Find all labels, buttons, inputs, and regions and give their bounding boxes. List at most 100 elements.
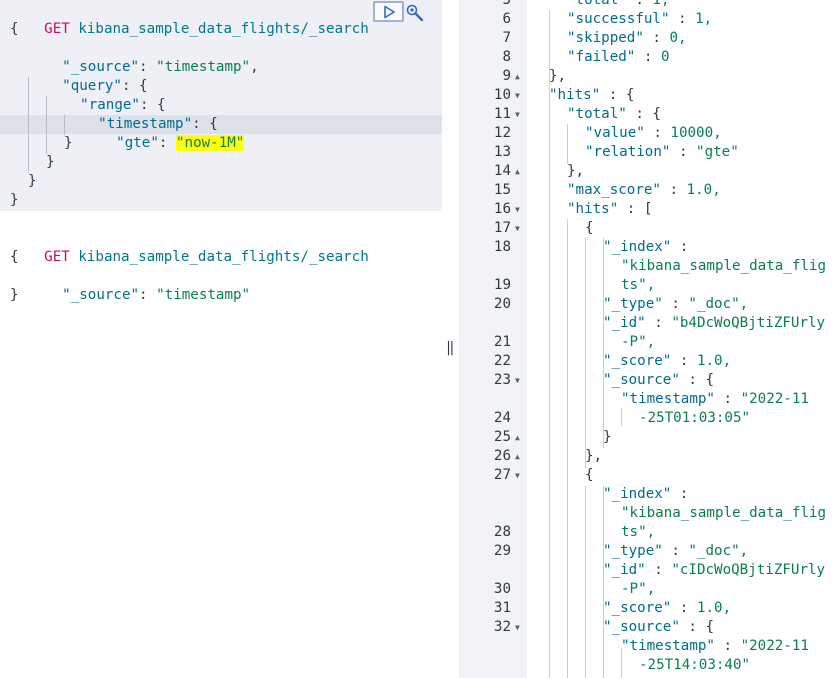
json-key: "_index" <box>603 239 672 255</box>
fold-collapse-icon[interactable]: ▲ <box>515 428 520 447</box>
line-number: 21 <box>493 334 511 350</box>
line-number: 7 <box>502 30 511 46</box>
response-code-line: "hits" : { <box>549 87 635 103</box>
fold-expand-icon[interactable]: ▼ <box>515 466 520 485</box>
json-value: "2022-11 <box>740 391 809 407</box>
response-code-line: "kibana_sample_data_flig <box>621 505 826 521</box>
json-value: 0, <box>669 30 687 46</box>
json-value: 1.0, <box>686 182 721 198</box>
response-code-line: ts", <box>621 524 656 540</box>
line-number <box>459 561 511 580</box>
response-code-line: "_index" : <box>603 486 689 502</box>
response-code-line: "_type" : "_doc", <box>603 296 749 312</box>
request-editor[interactable]: GET kibana_sample_data_flights/_search {… <box>0 0 442 678</box>
request-1-line[interactable]: GET kibana_sample_data_flights/_search <box>10 1 369 37</box>
json-key: "max_score" <box>567 182 661 198</box>
json-key: "successful" <box>567 11 670 27</box>
response-code-line: -P", <box>621 581 656 597</box>
line-number <box>459 485 511 504</box>
gte-line: "gte": "now-1M" <box>116 135 245 151</box>
line-number: 15 <box>493 182 511 198</box>
line-number: 9 <box>502 68 511 84</box>
response-code-line: "kibana_sample_data_flig <box>621 258 826 274</box>
fold-expand-icon[interactable]: ▼ <box>515 618 520 637</box>
json-key: "_index" <box>603 486 672 502</box>
line-number: 5 <box>502 0 511 8</box>
request-url: kibana_sample_data_flights/_search <box>78 21 369 37</box>
line-number: 6 <box>502 11 511 27</box>
line-number: 13 <box>493 144 511 160</box>
json-value: 10000, <box>670 125 722 141</box>
indent-guide <box>621 648 622 678</box>
indent-guide <box>549 10 550 85</box>
play-icon <box>383 5 395 18</box>
fold-collapse-icon[interactable]: ▲ <box>515 67 520 86</box>
line-number: 30 <box>493 581 511 597</box>
json-value: [ <box>643 201 653 217</box>
indent-guide <box>621 408 622 426</box>
response-code-line: -25T14:03:40" <box>639 657 751 673</box>
line-number: 32 <box>493 619 511 635</box>
resize-handle-icon[interactable]: ‖ <box>446 340 454 356</box>
json-value: 0 <box>660 49 670 65</box>
line-number: 11 <box>493 106 511 122</box>
json-value: { <box>625 87 635 103</box>
line-number <box>459 637 511 656</box>
request-2-line[interactable]: GET kibana_sample_data_flights/_search <box>10 229 369 265</box>
response-code-line: "total" : { <box>567 106 661 122</box>
line-number: 19 <box>493 277 511 293</box>
line-number: 10 <box>493 87 511 103</box>
indent-guide <box>64 115 65 135</box>
response-code-line: { <box>585 467 594 483</box>
json-key: "value" <box>585 125 645 141</box>
line-number: 28 <box>493 524 511 540</box>
fold-expand-icon[interactable]: ▼ <box>515 105 520 124</box>
line-number <box>459 504 511 523</box>
response-code-line: "_id" : "b4DcWoQBjtiZFUrly <box>603 315 826 331</box>
line-number: 29 <box>493 543 511 559</box>
line-number: 18 <box>493 239 511 255</box>
line-number: 12 <box>493 125 511 141</box>
range-line: "range": { <box>80 97 166 113</box>
brace-open: { <box>10 21 19 37</box>
fold-expand-icon[interactable]: ▼ <box>515 86 520 105</box>
response-code-line: -P", <box>621 334 656 350</box>
response-code-line: "timestamp" : "2022-11 <box>621 391 809 407</box>
json-value: { <box>705 372 715 388</box>
response-code-line: "max_score" : 1.0, <box>567 182 721 198</box>
json-value: 1.0, <box>696 353 732 369</box>
response-code-line: "failed" : 0 <box>567 49 670 65</box>
response-code-line: "relation" : "gte" <box>585 144 739 160</box>
request-method: GET <box>44 249 70 265</box>
wrench-icon[interactable] <box>405 3 425 23</box>
json-key: "_source" <box>603 372 680 388</box>
response-viewer[interactable]: 5 "total" : 1, 6 "successful" : 1, 7 "skipped… <box>459 0 838 678</box>
json-value: "2022-11 <box>740 638 809 654</box>
json-key: "timestamp" <box>621 391 715 407</box>
json-key: "_score" <box>603 600 672 616</box>
line-number <box>459 314 511 333</box>
fold-collapse-icon[interactable]: ▲ <box>515 447 520 466</box>
response-code-line: }, <box>567 163 585 179</box>
json-value: "b4DcWoQBjtiZFUrly <box>671 315 826 331</box>
fold-expand-icon[interactable]: ▼ <box>515 219 520 238</box>
fold-collapse-icon[interactable]: ▲ <box>515 162 520 181</box>
json-value: { <box>705 619 715 635</box>
pane-resizer[interactable] <box>442 0 459 678</box>
response-code-line: "value" : 10000, <box>585 125 722 141</box>
run-request-button[interactable] <box>373 1 404 22</box>
response-code-line: "_index" : <box>603 239 689 255</box>
json-key: "gte" <box>116 135 159 151</box>
json-key: "_source" <box>62 287 140 303</box>
highlighted-value: "now-1M" <box>175 135 245 151</box>
response-code-line: { <box>585 220 594 236</box>
indent-guide <box>585 486 586 678</box>
response-code-line: "_score" : 1.0, <box>603 353 732 369</box>
response-code-line: "successful" : 1, <box>567 11 713 27</box>
json-key: "hits" <box>549 87 601 103</box>
line-number: 20 <box>493 296 511 312</box>
response-code-line: "timestamp" : "2022-11 <box>621 638 809 654</box>
fold-expand-icon[interactable]: ▼ <box>515 200 520 219</box>
fold-expand-icon[interactable]: ▼ <box>515 371 520 390</box>
json-key: "total" <box>567 106 627 122</box>
